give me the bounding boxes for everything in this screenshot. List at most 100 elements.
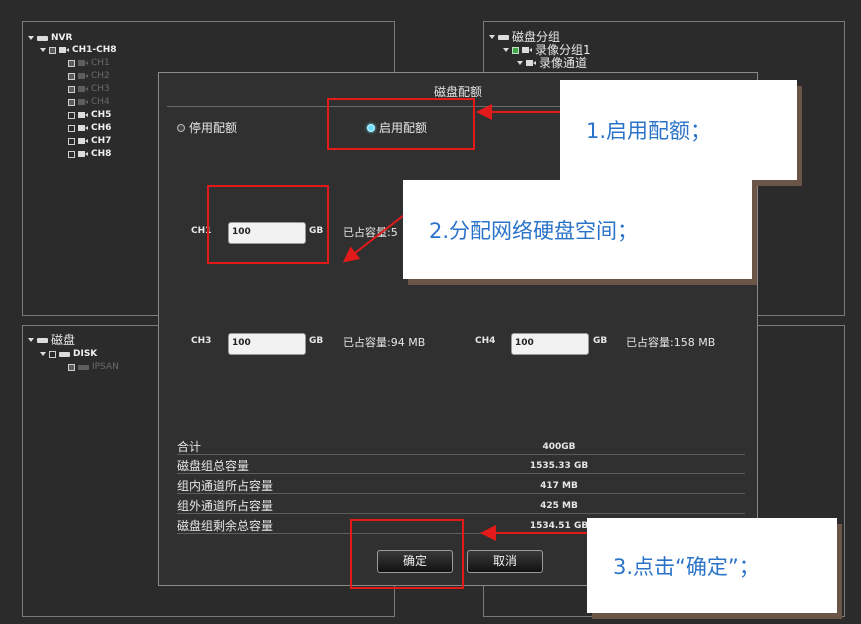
checkbox-icon[interactable]	[68, 72, 75, 80]
tree-node-ch8[interactable]: CH8	[68, 148, 111, 160]
checkbox-icon[interactable]	[68, 111, 75, 119]
tree-node-ch2[interactable]: CH2	[68, 70, 110, 82]
ch3-quota-input[interactable]: 100	[228, 333, 306, 355]
camera-icon	[78, 112, 88, 118]
checkbox-icon[interactable]	[512, 46, 519, 54]
highlight-enable-quota	[327, 98, 475, 150]
highlight-ok-button	[350, 519, 464, 589]
callout-step1: 1.启用配额；	[560, 80, 797, 180]
checkbox-icon[interactable]	[68, 85, 75, 93]
checkbox-icon[interactable]	[68, 150, 75, 158]
disk-icon	[59, 351, 70, 357]
callout-step1-text: 1.启用配额；	[586, 119, 712, 143]
tree-node-ch4[interactable]: CH4	[68, 96, 110, 108]
disk-root-label: 磁盘	[51, 333, 76, 347]
tree-node-nvr[interactable]: NVR	[28, 32, 72, 44]
summary-remaining-label: 磁盘组剩余总容量	[177, 519, 274, 533]
summary-inner-used-value: 417 MB	[540, 481, 578, 491]
highlight-ch1-input	[207, 185, 329, 264]
channel-label: CH3	[91, 84, 110, 94]
expand-arrow-icon[interactable]	[503, 48, 509, 52]
checkbox-icon[interactable]	[68, 137, 75, 145]
tree-node-record-channels[interactable]: 录像通道	[517, 56, 587, 70]
expand-arrow-icon[interactable]	[517, 61, 523, 65]
tree-node-ipsan[interactable]: IPSAN	[68, 361, 119, 373]
radio-disable-label: 停用配额	[189, 121, 238, 135]
disk-icon	[498, 34, 509, 40]
tree-node-ch5[interactable]: CH5	[68, 109, 111, 121]
channel-label: CH8	[91, 149, 112, 159]
group-label: CH1-CH8	[72, 45, 117, 55]
tree-node-ch1-ch8[interactable]: CH1-CH8	[40, 44, 117, 56]
camera-icon	[522, 47, 532, 53]
channel-label: CH5	[91, 110, 112, 120]
disk-label: DISK	[73, 349, 98, 359]
disk-group-label: 磁盘分组	[512, 30, 561, 44]
summary-outer-used-value: 425 MB	[540, 501, 578, 511]
checkbox-icon[interactable]	[68, 59, 75, 67]
camera-icon	[78, 138, 88, 144]
camera-icon	[78, 86, 88, 92]
nvr-label: NVR	[51, 33, 73, 43]
expand-arrow-icon[interactable]	[40, 48, 46, 52]
divider	[177, 473, 745, 474]
tree-node-disk-group[interactable]: 磁盘分组	[489, 30, 560, 44]
tree-node-ch6[interactable]: CH6	[68, 122, 111, 134]
ch4-unit: GB	[593, 336, 608, 346]
channel-label: CH4	[91, 97, 110, 107]
disk-icon	[78, 364, 89, 370]
checkbox-icon[interactable]	[68, 363, 75, 371]
summary-group-capacity-value: 1535.33 GB	[529, 461, 589, 471]
checkbox-icon[interactable]	[49, 350, 56, 358]
ch4-quota-input[interactable]: 100	[511, 333, 589, 355]
divider	[177, 513, 745, 514]
record-channels-label: 录像通道	[539, 56, 588, 70]
summary-inner-used-label: 组内通道所占容量	[177, 479, 274, 493]
tree-node-disk-item[interactable]: DISK	[40, 348, 97, 360]
camera-icon	[78, 99, 88, 105]
channel-label: CH1	[91, 58, 110, 68]
cancel-button[interactable]: 取消	[467, 550, 543, 573]
checkbox-icon[interactable]	[68, 124, 75, 132]
tree-node-ch7[interactable]: CH7	[68, 135, 111, 147]
nvr-device-icon	[37, 35, 48, 41]
camera-icon	[78, 73, 88, 79]
summary-total-label: 合计	[177, 440, 202, 454]
channel-label: CH7	[91, 136, 112, 146]
callout-step2: 2.分配网络硬盘空间；	[403, 180, 752, 279]
ch4-label: CH4	[475, 336, 496, 346]
ch1-used: 已占容量:5	[343, 226, 398, 239]
radio-disable-quota[interactable]: 停用配额	[177, 119, 237, 136]
checkbox-icon[interactable]	[68, 98, 75, 106]
camera-icon	[526, 60, 536, 66]
checkbox-icon[interactable]	[49, 46, 56, 54]
divider	[177, 454, 745, 455]
radio-icon[interactable]	[177, 123, 185, 132]
expand-arrow-icon[interactable]	[28, 36, 34, 40]
ch3-unit: GB	[309, 336, 324, 346]
channel-label: CH6	[91, 123, 112, 133]
expand-arrow-icon[interactable]	[28, 338, 34, 342]
ch4-used: 已占容量:158 MB	[626, 336, 716, 349]
callout-step3: 3.点击“确定”；	[587, 518, 837, 613]
camera-icon	[78, 125, 88, 131]
tree-node-ch1[interactable]: CH1	[68, 57, 110, 69]
camera-icon	[78, 60, 88, 66]
tree-node-ch3[interactable]: CH3	[68, 83, 110, 95]
expand-arrow-icon[interactable]	[489, 35, 495, 39]
callout-step2-text: 2.分配网络硬盘空间；	[429, 218, 639, 243]
disk-icon	[37, 337, 48, 343]
summary-total-value: 400GB	[542, 442, 576, 452]
divider	[177, 493, 745, 494]
camera-icon	[78, 151, 88, 157]
channel-label: CH2	[91, 71, 110, 81]
summary-group-capacity-label: 磁盘组总容量	[177, 459, 250, 473]
tree-node-disk[interactable]: 磁盘	[28, 333, 75, 347]
ipsan-label: IPSAN	[92, 362, 119, 372]
expand-arrow-icon[interactable]	[40, 352, 46, 356]
record-group-label: 录像分组1	[535, 43, 591, 57]
tree-node-record-group[interactable]: 录像分组1	[503, 43, 591, 57]
ch3-label: CH3	[191, 336, 212, 346]
camera-icon	[59, 47, 69, 53]
callout-step3-text: 3.点击“确定”；	[613, 554, 760, 579]
